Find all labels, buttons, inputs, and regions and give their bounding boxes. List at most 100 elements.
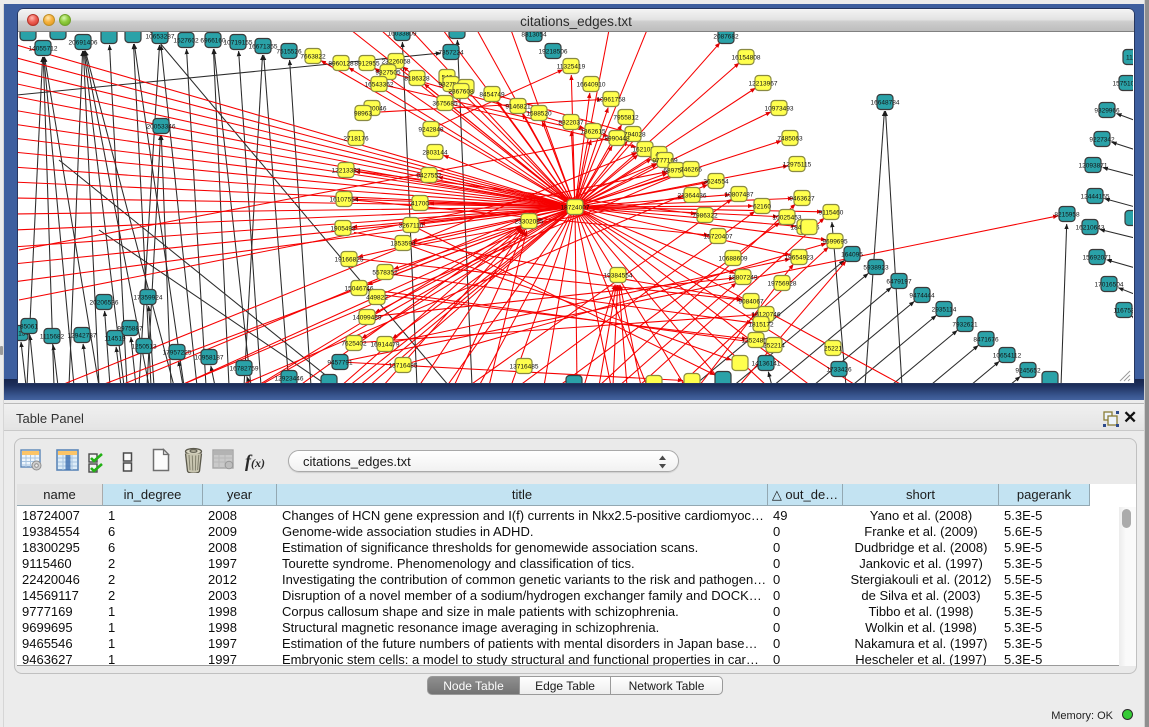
svg-text:13716485: 13716485: [389, 363, 418, 370]
svg-text:16914479: 16914479: [371, 342, 400, 349]
svg-text:7357224: 7357224: [438, 50, 464, 57]
svg-text:16648784: 16648784: [871, 100, 900, 107]
svg-text:8912955: 8912955: [354, 61, 380, 68]
svg-text:1815172: 1815172: [748, 322, 774, 329]
svg-text:1905498: 1905498: [330, 226, 356, 233]
svg-text:16033809: 16033809: [388, 32, 417, 38]
svg-text:1250513: 1250513: [131, 344, 157, 351]
svg-text:8322037: 8322037: [558, 120, 584, 127]
svg-text:10807487: 10807487: [725, 192, 754, 199]
svg-text:164095: 164095: [841, 252, 863, 259]
svg-text:7955812: 7955812: [613, 115, 639, 122]
svg-text:98963: 98963: [354, 111, 372, 118]
svg-text:16107554: 16107554: [330, 197, 359, 204]
svg-text:15720407: 15720407: [704, 234, 733, 241]
svg-text:7932621: 7932621: [952, 322, 978, 329]
svg-text:5578352: 5578352: [372, 270, 398, 277]
svg-text:6479197: 6479197: [886, 279, 912, 286]
svg-text:9457791: 9457791: [327, 360, 353, 367]
svg-text:13716485: 13716485: [510, 364, 539, 371]
svg-text:16671355: 16671355: [249, 44, 278, 51]
svg-text:12942737: 12942737: [68, 333, 97, 340]
svg-text:14136141: 14136141: [752, 361, 781, 368]
svg-text:2935114: 2935114: [932, 307, 957, 314]
svg-text:8813054: 8813054: [521, 32, 547, 39]
svg-text:16543362: 16543362: [365, 82, 394, 89]
svg-text:1733426: 1733426: [826, 367, 852, 374]
svg-text:3624554: 3624554: [703, 179, 729, 186]
svg-text:19756928: 19756928: [768, 281, 797, 288]
svg-text:114519: 114519: [104, 336, 126, 343]
svg-text:17957225: 17957225: [163, 350, 192, 357]
svg-text:85061: 85061: [20, 324, 38, 331]
svg-text:23302095: 23302095: [515, 219, 544, 226]
svg-text:116753: 116753: [1113, 308, 1133, 315]
svg-text:8186328: 8186328: [404, 76, 430, 83]
svg-text:7986322: 7986322: [692, 213, 718, 220]
svg-text:2087682: 2087682: [713, 34, 739, 41]
svg-text:746266: 746266: [680, 167, 702, 174]
svg-text:12975115: 12975115: [783, 162, 812, 169]
svg-text:17016504: 17016504: [1095, 282, 1124, 289]
svg-text:12444155: 12444155: [1081, 194, 1110, 201]
svg-text:2803144: 2803144: [422, 150, 448, 157]
svg-text:20053346: 20053346: [147, 124, 176, 131]
svg-text:20691406: 20691406: [69, 40, 98, 47]
svg-text:18807249: 18807249: [729, 275, 758, 282]
svg-text:16210643: 16210643: [1076, 225, 1105, 232]
svg-text:19218506: 19218506: [539, 49, 568, 56]
svg-text:10688609: 10688609: [719, 256, 748, 263]
svg-text:9699695: 9699695: [822, 239, 848, 246]
svg-text:9427552: 9427552: [416, 173, 442, 180]
svg-text:10958187: 10958187: [195, 355, 224, 362]
svg-text:21364436: 21364436: [678, 193, 707, 200]
svg-text:8471676: 8471676: [973, 337, 999, 344]
svg-text:3267110: 3267110: [399, 223, 424, 230]
svg-text:15692071: 15692071: [1083, 255, 1112, 262]
svg-text:9329966: 9329966: [1094, 108, 1120, 115]
svg-text:14099489: 14099489: [353, 315, 382, 322]
svg-text:9474444: 9474444: [909, 293, 935, 300]
svg-text:7663822: 7663822: [300, 54, 326, 61]
svg-text:449822: 449822: [366, 295, 388, 302]
svg-text:12093871: 12093871: [1079, 163, 1108, 170]
svg-text:16782759: 16782759: [230, 366, 259, 373]
svg-text:11325419: 11325419: [557, 64, 586, 71]
svg-text:41700: 41700: [411, 201, 429, 208]
svg-text:9975887: 9975887: [117, 326, 143, 333]
svg-text:18724007: 18724007: [561, 205, 590, 212]
svg-text:16640910: 16640910: [577, 82, 606, 89]
svg-text:8990448: 8990448: [604, 136, 630, 143]
svg-text:2718176: 2718176: [343, 136, 369, 143]
svg-text:1362615: 1362615: [580, 129, 606, 136]
svg-text:9084067: 9084067: [738, 299, 764, 306]
svg-text:16154808: 16154808: [732, 55, 761, 62]
svg-text:19166825: 19166825: [335, 257, 364, 264]
svg-text:10961758: 10961758: [597, 97, 626, 104]
svg-text:7485063: 7485063: [777, 136, 803, 143]
svg-text:14055712: 14055712: [29, 46, 58, 53]
svg-text:7515526: 7515526: [276, 49, 302, 56]
svg-text:17359924: 17359924: [134, 295, 163, 302]
svg-text:7625402: 7625402: [341, 341, 367, 348]
svg-text:9227342: 9227342: [1089, 137, 1115, 144]
svg-text:8454749: 8454749: [479, 92, 505, 99]
svg-text:111: 111: [1126, 55, 1133, 62]
svg-text:8960128: 8960128: [328, 61, 354, 68]
svg-text:9242848: 9242848: [418, 127, 444, 134]
svg-text:15751074: 15751074: [1113, 81, 1133, 88]
svg-text:19384554: 19384554: [604, 273, 633, 280]
svg-text:9463627: 9463627: [789, 196, 815, 203]
svg-text:6966160: 6966160: [200, 38, 226, 45]
svg-text:5938923: 5938923: [863, 265, 889, 272]
svg-text:12213383: 12213383: [332, 168, 361, 175]
svg-text:10973493: 10973493: [765, 106, 794, 113]
svg-text:25221: 25221: [824, 346, 842, 353]
svg-text:19654923: 19654923: [785, 255, 814, 262]
svg-text:1588520: 1588520: [526, 111, 552, 118]
svg-text:9245652: 9245652: [1015, 368, 1041, 375]
svg-text:2367608: 2367608: [448, 89, 474, 96]
svg-text:12213967: 12213967: [749, 81, 778, 88]
svg-text:9146821: 9146821: [505, 104, 531, 111]
svg-text:9115460: 9115460: [819, 210, 844, 217]
